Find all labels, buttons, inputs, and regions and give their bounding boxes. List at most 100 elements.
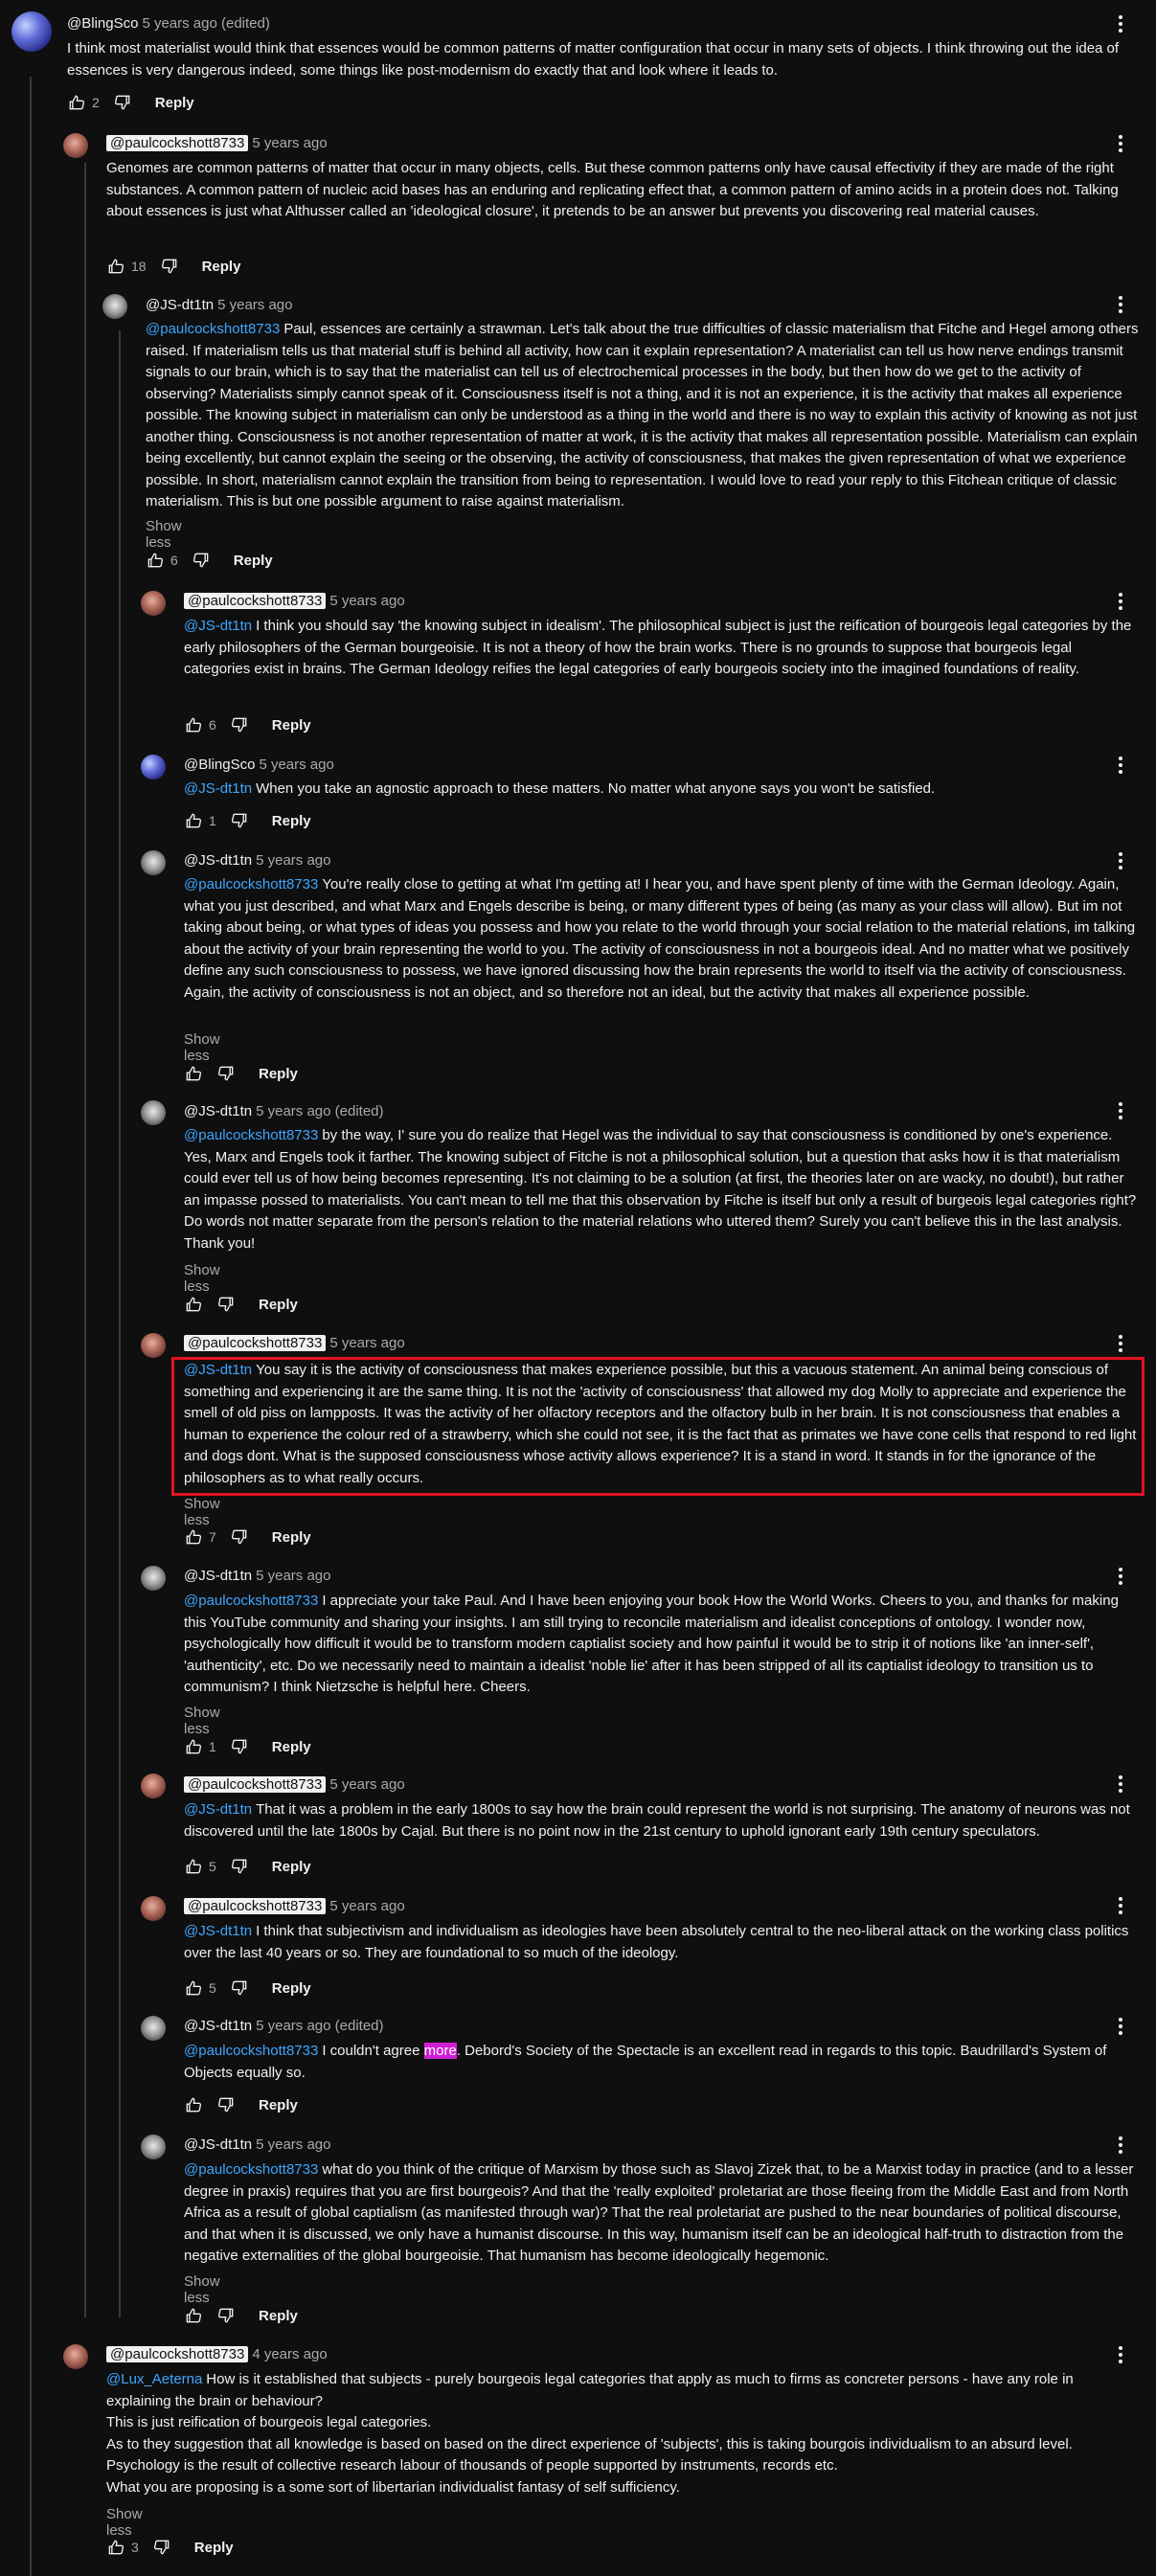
like-button[interactable] [184,1527,203,1547]
comment-time[interactable]: 5 years ago (edited) [256,1103,383,1119]
mention-link[interactable]: @paulcockshott8733 [184,876,318,893]
avatar[interactable] [141,1774,166,1798]
comment-time[interactable]: 5 years ago [329,1898,404,1914]
show-less-button[interactable]: Show less [184,1262,220,1295]
reply-button[interactable]: Reply [194,2540,234,2556]
reply-button[interactable]: Reply [259,2308,298,2324]
more-options-icon[interactable] [1118,2135,1123,2156]
mention-link[interactable]: @JS-dt1tn [184,1362,252,1378]
more-options-icon[interactable] [1118,755,1123,776]
avatar[interactable] [141,2016,166,2041]
reply-button[interactable]: Reply [272,1859,311,1875]
comment-author[interactable]: @BlingSco [67,15,138,32]
show-less-button[interactable]: Show less [184,1031,220,1064]
mention-link[interactable]: @paulcockshott8733 [184,2161,318,2178]
comment-time[interactable]: 5 years ago (edited) [142,15,269,32]
avatar[interactable] [141,1100,166,1125]
show-less-button[interactable]: Show less [106,2506,143,2539]
mention-link[interactable]: @paulcockshott8733 [184,1593,318,1609]
dislike-button[interactable] [230,1737,249,1756]
mention-link[interactable]: @paulcockshott8733 [146,321,280,337]
avatar[interactable] [11,11,52,52]
reply-button[interactable]: Reply [259,2097,298,2113]
mention-link[interactable]: @Lux_Aeterna [106,2371,202,2387]
comment-author[interactable]: @paulcockshott8733 [184,1335,327,1351]
mention-link[interactable]: @paulcockshott8733 [184,2043,318,2059]
dislike-button[interactable] [230,715,249,734]
like-button[interactable] [106,257,125,276]
mention-link[interactable]: @JS-dt1tn [184,618,252,634]
dislike-button[interactable] [216,2306,236,2325]
avatar[interactable] [141,1896,166,1921]
comment-author[interactable]: @paulcockshott8733 [106,135,249,151]
reply-button[interactable]: Reply [272,1529,311,1546]
comment-author[interactable]: @JS-dt1tn [184,2018,252,2034]
like-button[interactable] [67,93,86,112]
dislike-button[interactable] [216,1064,236,1083]
like-button[interactable] [184,1295,203,1314]
show-less-button[interactable]: Show less [184,1496,220,1528]
reply-button[interactable]: Reply [155,95,194,111]
avatar[interactable] [141,1333,166,1358]
more-options-icon[interactable] [1118,591,1123,612]
comment-time[interactable]: 5 years ago [329,1335,404,1351]
comment-author[interactable]: @JS-dt1tn [184,1103,252,1119]
comment-time[interactable]: 5 years ago [217,297,292,313]
avatar[interactable] [141,2135,166,2159]
comment-time[interactable]: 5 years ago [329,593,404,609]
more-options-icon[interactable] [1118,1774,1123,1795]
reply-button[interactable]: Reply [234,553,273,569]
comment-author[interactable]: @paulcockshott8733 [184,1776,327,1793]
comment-author[interactable]: @paulcockshott8733 [184,593,327,609]
comment-author[interactable]: @JS-dt1tn [184,852,252,869]
comment-time[interactable]: 5 years ago [252,135,327,151]
more-options-icon[interactable] [1118,1895,1123,1916]
show-less-button[interactable]: Show less [184,1705,220,1737]
show-less-button[interactable]: Show less [184,2273,220,2306]
mention-link[interactable]: @JS-dt1tn [184,1923,252,1939]
more-options-icon[interactable] [1118,13,1123,34]
like-button[interactable] [184,1737,203,1756]
dislike-button[interactable] [230,1857,249,1876]
comment-time[interactable]: 5 years ago [259,757,333,773]
like-button[interactable] [184,2306,203,2325]
more-options-icon[interactable] [1118,2016,1123,2037]
more-options-icon[interactable] [1118,850,1123,871]
comment-author[interactable]: @BlingSco [184,757,255,773]
reply-button[interactable]: Reply [272,1980,311,1997]
dislike-button[interactable] [216,1295,236,1314]
more-options-icon[interactable] [1118,1100,1123,1121]
dislike-button[interactable] [152,2538,171,2557]
dislike-button[interactable] [230,811,249,830]
reply-button[interactable]: Reply [259,1066,298,1082]
avatar[interactable] [63,2344,88,2369]
like-button[interactable] [184,1978,203,1998]
mention-link[interactable]: @paulcockshott8733 [184,1127,318,1143]
like-button[interactable] [106,2538,125,2557]
avatar[interactable] [141,755,166,780]
more-options-icon[interactable] [1118,294,1123,315]
avatar[interactable] [141,1566,166,1591]
avatar[interactable] [141,591,166,616]
reply-button[interactable]: Reply [272,1739,311,1755]
avatar[interactable] [102,294,127,319]
mention-link[interactable]: @JS-dt1tn [184,1801,252,1818]
dislike-button[interactable] [216,2095,236,2114]
dislike-button[interactable] [230,1978,249,1998]
like-button[interactable] [184,715,203,734]
comment-author[interactable]: @paulcockshott8733 [184,1898,327,1914]
comment-time[interactable]: 4 years ago [252,2346,327,2362]
more-options-icon[interactable] [1118,1566,1123,1587]
reply-button[interactable]: Reply [272,717,311,734]
comment-time[interactable]: 5 years ago [256,852,330,869]
reply-button[interactable]: Reply [272,813,311,829]
comment-time[interactable]: 5 years ago [329,1776,404,1793]
avatar[interactable] [63,133,88,158]
mention-link[interactable]: @JS-dt1tn [184,780,252,797]
reply-button[interactable]: Reply [259,1297,298,1313]
avatar[interactable] [141,850,166,875]
like-button[interactable] [184,1857,203,1876]
dislike-button[interactable] [113,93,132,112]
more-options-icon[interactable] [1118,1333,1123,1354]
dislike-button[interactable] [230,1527,249,1547]
